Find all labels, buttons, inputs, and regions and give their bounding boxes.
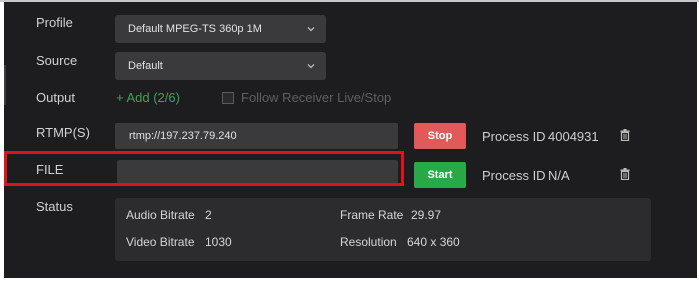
rtmp-label: RTMP(S) <box>36 125 90 140</box>
status-panel: Audio Bitrate 2 Frame Rate 29.97 Video B… <box>115 198 651 261</box>
frame-rate-value: 29.97 <box>411 208 442 222</box>
follow-receiver-checkbox[interactable] <box>222 92 234 104</box>
profile-select[interactable]: Default MPEG-TS 360p 1M <box>115 15 326 43</box>
file-row-highlight <box>4 151 404 186</box>
resolution-label: Resolution <box>340 235 397 249</box>
follow-receiver-label: Follow Receiver Live/Stop <box>241 90 392 105</box>
audio-bitrate-label: Audio Bitrate <box>126 208 195 222</box>
start-button[interactable]: Start <box>414 162 466 188</box>
video-bitrate-label: Video Bitrate <box>126 235 195 249</box>
chevron-down-icon <box>307 27 315 32</box>
profile-select-value: Default MPEG-TS 360p 1M <box>128 23 262 35</box>
frame-rate-label: Frame Rate <box>340 208 404 222</box>
source-label: Source <box>36 53 78 68</box>
profile-label: Profile <box>36 15 73 30</box>
resolution-value: 640 x 360 <box>407 235 460 249</box>
source-select[interactable]: Default <box>115 52 326 80</box>
file-process-id-value: N/A <box>548 168 570 183</box>
rtmp-process-id-label: Process ID <box>482 129 546 144</box>
trash-icon[interactable] <box>620 129 630 141</box>
trash-icon[interactable] <box>620 168 630 180</box>
source-select-value: Default <box>128 60 163 72</box>
panel-divider <box>4 65 6 105</box>
rtmp-url-input[interactable]: rtmp://197.237.79.240 <box>115 123 398 149</box>
video-bitrate-value: 1030 <box>205 235 232 249</box>
add-output-link[interactable]: + Add (2/6) <box>116 90 180 105</box>
rtmp-process-id-value: 4004931 <box>548 129 599 144</box>
stop-button[interactable]: Stop <box>414 123 466 149</box>
file-process-id-label: Process ID <box>482 168 546 183</box>
status-label: Status <box>36 199 73 214</box>
chevron-down-icon <box>307 64 315 69</box>
audio-bitrate-value: 2 <box>205 208 212 222</box>
output-label: Output <box>36 90 76 105</box>
